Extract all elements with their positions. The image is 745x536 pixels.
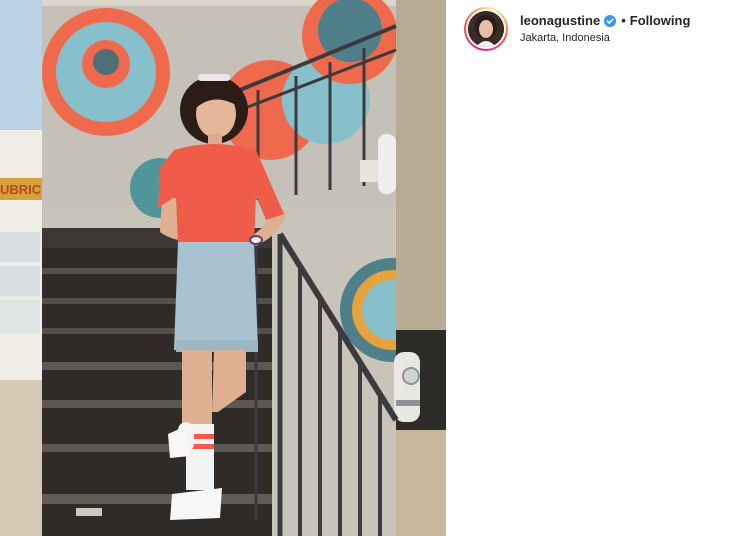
verified-badge-icon — [604, 15, 617, 27]
header-top-line: leonagustine • Following — [520, 13, 690, 29]
storefront-window — [0, 232, 40, 262]
location-link[interactable]: Jakarta, Indonesia — [520, 31, 690, 45]
photo-scene: UBRIC — [0, 0, 446, 536]
following-button[interactable]: Following — [630, 13, 691, 29]
bag — [378, 134, 396, 194]
storefront-sign-text: UBRIC — [0, 182, 42, 197]
building-column — [396, 0, 446, 330]
mural-circle-core — [93, 49, 119, 75]
post-photo[interactable]: UBRIC — [0, 0, 446, 536]
sky — [0, 0, 42, 130]
post-header: leonagustine • Following Jakarta, Indone… — [446, 0, 745, 56]
avatar-image — [468, 11, 504, 47]
post-meta: leonagustine • Following Jakarta, Indone… — [520, 13, 690, 45]
instagram-post: UBRIC leonagustine • Following Jakarta, … — [0, 0, 745, 536]
storefront-window — [0, 300, 40, 334]
avatar — [468, 11, 504, 47]
vintage-car — [394, 352, 420, 422]
username-link[interactable]: leonagustine — [520, 13, 600, 29]
separator-dot: • — [621, 13, 626, 28]
profile-avatar-button[interactable] — [464, 7, 508, 51]
pavement — [0, 380, 42, 536]
storefront-window — [0, 266, 40, 296]
pavement-right — [396, 430, 446, 536]
